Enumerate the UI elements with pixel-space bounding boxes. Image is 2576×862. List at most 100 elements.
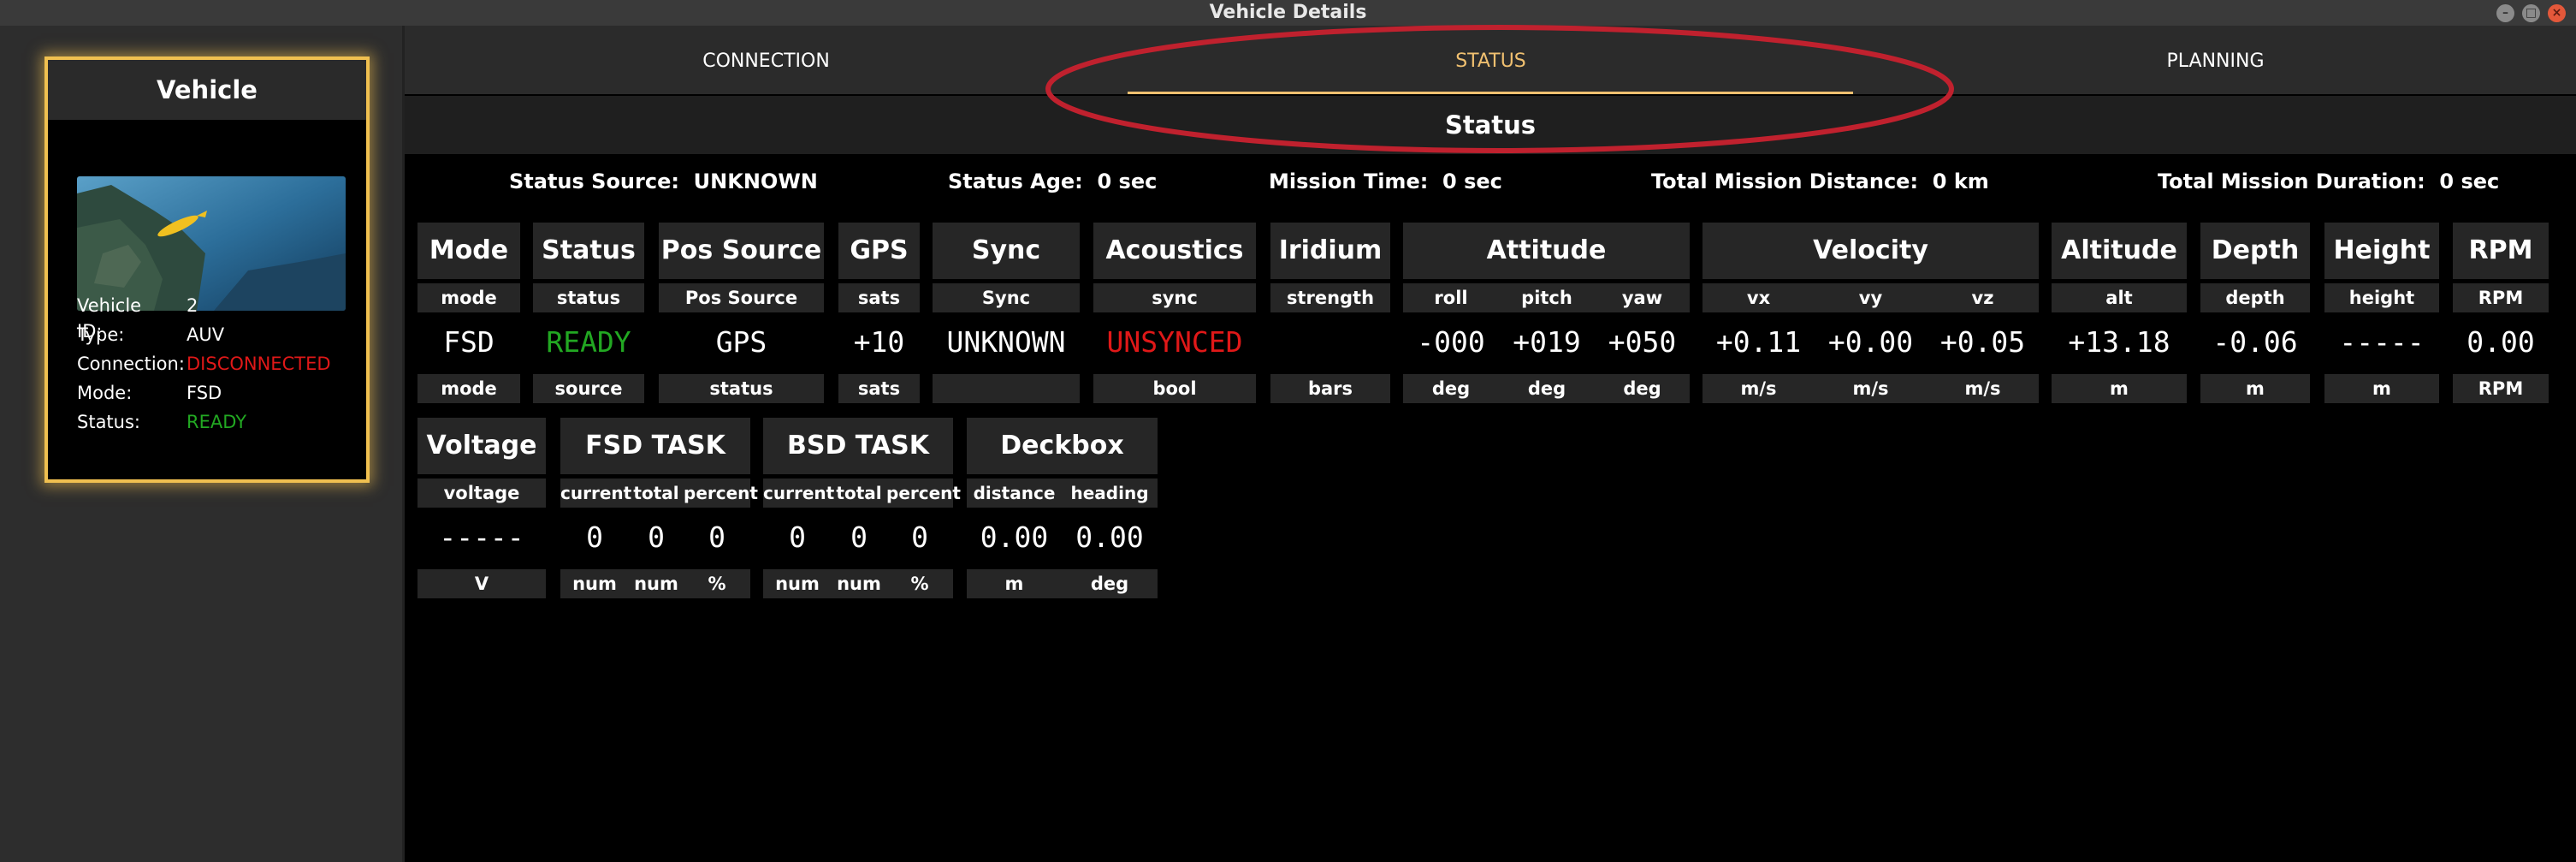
rpm-group-header: RPM [2453,223,2549,279]
maximize-icon[interactable]: □ [2522,4,2540,22]
bsd-task-label-row: current total percent [763,479,961,508]
gps-label: sats [838,283,920,312]
iridium-value [1270,324,1390,361]
deckbox-heading-label: heading [1070,483,1149,503]
vy-value: +0.00 [1827,325,1914,359]
deckbox-group-header: Deckbox [967,418,1158,474]
fsd-total-unit: num [634,574,678,594]
gps-unit: sats [838,374,920,403]
sync-value: UNKNOWN [946,325,1066,359]
total-distance-value: 0 km [1932,169,1989,193]
deckbox-distance-value: 0.00 [980,520,1049,554]
vx-unit: m/s [1740,378,1777,399]
tab-status[interactable]: STATUS [1129,26,1852,94]
vx-label: vx [1746,288,1771,308]
window-title: Vehicle Details [1209,2,1367,23]
total-duration-info: Total Mission Duration: 0 sec [2158,167,2499,196]
deckbox-distance-label: distance [973,483,1056,503]
pos-source-group-header: Pos Source [659,223,824,279]
mission-time-label: Mission Time: [1269,169,1429,193]
roll-value: -000 [1417,325,1485,359]
vz-label: vz [1971,288,1994,308]
status-value: READY [546,325,631,359]
total-distance-label: Total Mission Distance: [1651,169,1919,193]
mode-value: FSD [443,325,494,359]
tab-status-underline [1128,92,1853,94]
depth-unit: m [2200,374,2310,403]
vehicle-card-header: Vehicle [48,60,366,120]
tab-bar: CONNECTION STATUS PLANNING [405,26,2576,94]
fsd-percent-label: percent [684,483,758,503]
vehicle-status-label: Status: [77,412,140,432]
roll-unit: deg [1431,378,1471,399]
vehicle-type-value: AUV [187,324,225,345]
pitch-label: pitch [1521,288,1572,308]
vehicle-status-value: READY [187,412,247,432]
yaw-label: yaw [1621,288,1663,308]
deckbox-label-row: distance heading [967,479,1158,508]
fsd-task-label-row: current total percent [560,479,758,508]
attitude-label-row: roll pitch yaw [1403,283,1690,312]
altitude-group-header: Altitude [2052,223,2187,279]
deckbox-distance-unit: m [1004,574,1024,594]
status-source-info: Status Source: UNKNOWN [509,167,818,196]
status-source-label: Status Source: [509,169,679,193]
vy-label: vy [1858,288,1883,308]
vz-value: +0.05 [1939,325,2026,359]
fsd-percent-unit: % [708,574,726,594]
height-label: height [2324,283,2439,312]
total-duration-value: 0 sec [2439,169,2500,193]
altitude-label: alt [2052,283,2187,312]
status-section-title: Status [1444,110,1537,140]
height-group-header: Height [2324,223,2439,279]
sync-group-header: Sync [933,223,1080,279]
deckbox-unit-row: m deg [967,569,1158,598]
bsd-total-unit: num [837,574,881,594]
vy-unit: m/s [1852,378,1889,399]
tab-connection[interactable]: CONNECTION [405,26,1128,94]
fsd-current-value: 0 [586,520,603,554]
mode-group-header: Mode [417,223,520,279]
mode-label: mode [417,283,520,312]
minimize-icon[interactable]: – [2496,4,2514,22]
bsd-task-unit-row: num num % [763,569,953,598]
bsd-percent-label: percent [886,483,961,503]
fsd-percent-value: 0 [708,520,725,554]
bsd-total-value: 0 [850,520,868,554]
height-value: ----- [2339,325,2425,359]
acoustics-group-header: Acoustics [1093,223,1256,279]
fsd-total-label: total [633,483,679,503]
pitch-value: +019 [1513,325,1581,359]
yaw-value: +050 [1608,325,1677,359]
voltage-unit: V [417,569,546,598]
bsd-task-group-header: BSD TASK [763,418,953,474]
fsd-current-label: current [560,483,632,503]
velocity-group-header: Velocity [1703,223,2039,279]
acoustics-unit: bool [1093,374,1256,403]
rpm-label: RPM [2453,283,2549,312]
iridium-unit: bars [1270,374,1390,403]
pos-source-label: Pos Source [659,283,824,312]
iridium-label: strength [1270,283,1390,312]
deckbox-heading-value: 0.00 [1075,520,1144,554]
deckbox-heading-unit: deg [1090,574,1129,594]
tab-planning[interactable]: PLANNING [1854,26,2576,94]
fsd-current-unit: num [572,574,617,594]
total-distance-info: Total Mission Distance: 0 km [1651,167,1989,196]
window-titlebar: Vehicle Details – □ × [0,0,2576,26]
mission-time-value: 0 sec [1442,169,1502,193]
iridium-group-header: Iridium [1270,223,1390,279]
acoustics-value: UNSYNCED [1106,325,1243,359]
vehicle-mode-label: Mode: [77,383,133,403]
pos-source-value: GPS [715,325,767,359]
attitude-group-header: Attitude [1403,223,1690,279]
mode-unit: mode [417,374,520,403]
vehicle-connection-label: Connection: [77,354,185,374]
vehicle-card[interactable]: Vehicle Vehicle ID: 2 Type: AUV Connecti… [44,56,370,483]
vehicle-card-title: Vehicle [157,75,258,104]
depth-label: depth [2200,283,2310,312]
close-icon[interactable]: × [2548,4,2566,22]
depth-value: -0.06 [2212,325,2298,359]
status-section-header: Status [405,96,2576,154]
status-unit: source [533,374,644,403]
